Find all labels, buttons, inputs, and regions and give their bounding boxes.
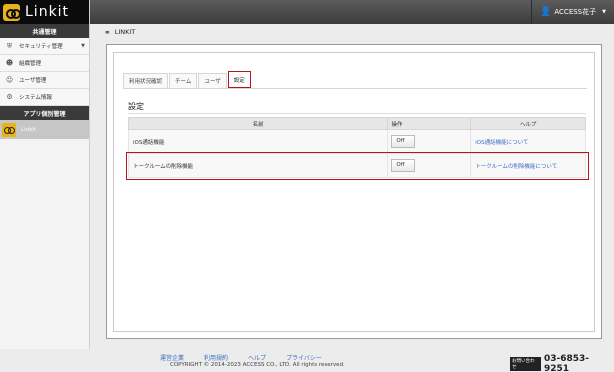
section-header-app: アプリ個別管理 <box>0 106 89 120</box>
sidebar-item-label: セキュリティ管理 <box>19 44 63 50</box>
main-panel: 利用状況確認 チーム ユーザ 設定 設定 名前 操作 ヘルプ iOS通話機能 O… <box>106 44 602 339</box>
footer-link-terms[interactable]: 利用規約 <box>204 353 228 362</box>
breadcrumb: ⚭ LINKIT <box>104 26 135 38</box>
tab-bar: 利用状況確認 チーム ユーザ 設定 <box>123 71 252 88</box>
wrench-icon: ⚙ <box>6 93 13 101</box>
shield-icon: ⛨ <box>6 41 13 50</box>
content-box: 利用状況確認 チーム ユーザ 設定 設定 名前 操作 ヘルプ iOS通話機能 O… <box>113 52 595 332</box>
sidebar-item-organization[interactable]: ☻ 組織管理 <box>0 55 89 72</box>
column-header-name: 名前 <box>127 117 389 130</box>
footer-link-help[interactable]: ヘルプ <box>248 353 266 362</box>
app-window: Linkit 共通管理 ⛨ セキュリティ管理 ▼ ☻ 組織管理 ☺ ユーザ管理 … <box>0 0 614 372</box>
contact-number: 03-6853-9251 <box>543 354 590 372</box>
person-icon: 👤 <box>540 7 552 17</box>
sidebar: Linkit 共通管理 ⛨ セキュリティ管理 ▼ ☻ 組織管理 ☺ ユーザ管理 … <box>0 0 90 349</box>
table-row: iOS通話機能 Off iOS通話機能について <box>127 129 586 154</box>
footer-link-company[interactable]: 運営企業 <box>160 353 184 362</box>
linkit-app-icon <box>2 122 16 137</box>
footer-links: 運営企業 利用規約 ヘルプ プライバシー <box>160 353 342 362</box>
user-icon: ☺ <box>5 76 14 84</box>
sidebar-item-linkit[interactable]: Linkit <box>0 120 89 139</box>
chevron-down-icon: ▼ <box>602 9 606 15</box>
footer-link-privacy[interactable]: プライバシー <box>286 353 322 362</box>
sidebar-item-label: システム情報 <box>19 95 52 101</box>
help-link[interactable]: iOS通話機能について <box>475 140 528 146</box>
link-icon: ⚭ <box>104 27 111 37</box>
column-header-operation: 操作 <box>387 117 472 130</box>
tab-users[interactable]: ユーザ <box>198 73 227 88</box>
contact-info: お問い合わせ 03-6853-9251 <box>510 354 614 372</box>
sidebar-item-label: 組織管理 <box>19 61 42 67</box>
logo[interactable]: Linkit <box>0 0 89 24</box>
tab-team[interactable]: チーム <box>169 73 198 88</box>
logo-text: Linkit <box>25 4 70 20</box>
chevron-down-icon: ▼ <box>81 43 85 49</box>
sidebar-item-security[interactable]: ⛨ セキュリティ管理 ▼ <box>0 38 89 55</box>
title-divider <box>128 113 586 114</box>
breadcrumb-label: LINKIT <box>114 28 136 36</box>
user-name: ACCESS花子 <box>554 8 597 16</box>
group-icon: ☻ <box>5 59 14 67</box>
setting-name: iOS通話機能 <box>127 129 389 154</box>
sidebar-item-label: Linkit <box>21 126 36 133</box>
column-header-help: ヘルプ <box>470 117 586 130</box>
tab-divider <box>123 88 587 89</box>
linkit-logo-icon <box>3 3 21 21</box>
row-highlight <box>126 152 589 180</box>
copyright: COPYRIGHT © 2014-2023 ACCESS CO., LTD. A… <box>170 362 345 368</box>
section-header-common: 共通管理 <box>0 24 89 38</box>
user-menu[interactable]: 👤 ACCESS花子 ▼ <box>531 0 606 24</box>
sidebar-item-users[interactable]: ☺ ユーザ管理 <box>0 72 89 89</box>
tab-usage[interactable]: 利用状況確認 <box>123 73 169 88</box>
contact-label: お問い合わせ <box>510 357 541 371</box>
top-bar: 👤 ACCESS花子 ▼ <box>90 0 614 24</box>
tab-settings[interactable]: 設定 <box>227 71 251 88</box>
ios-call-toggle[interactable]: Off <box>391 135 416 148</box>
page-title: 設定 <box>128 102 144 111</box>
sidebar-item-label: ユーザ管理 <box>19 78 47 84</box>
sidebar-item-system-info[interactable]: ⚙ システム情報 <box>0 89 89 106</box>
table-header-row: 名前 操作 ヘルプ <box>127 117 586 130</box>
